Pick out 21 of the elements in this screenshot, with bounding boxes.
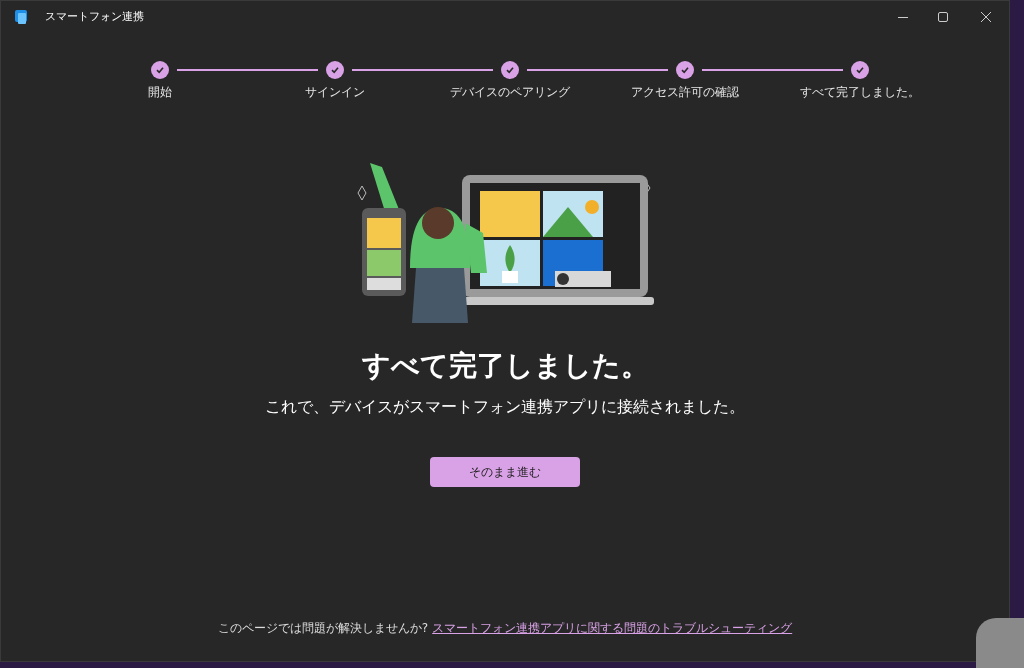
step-label: デバイスのペアリング — [449, 84, 570, 101]
app-icon — [13, 9, 29, 25]
check-icon — [504, 65, 515, 75]
check-icon — [154, 65, 165, 75]
completion-heading: すべて完了しました。 — [361, 348, 649, 384]
step-label: サインイン — [304, 84, 365, 101]
maximize-icon — [938, 12, 948, 22]
continue-button[interactable]: そのまま進む — [430, 457, 580, 487]
check-icon — [854, 65, 865, 75]
troubleshooting-link[interactable]: スマートフォン連携アプリに関する問題のトラブルシューティング — [432, 619, 793, 637]
step-label: 開始 — [147, 84, 172, 101]
window-title: スマートフォン連携 — [45, 8, 144, 25]
check-icon — [679, 65, 690, 75]
step-label: すべて完了しました。 — [799, 84, 920, 101]
photo-placeholder — [976, 618, 1024, 668]
step-label: アクセス許可の確認 — [630, 84, 739, 101]
close-icon — [981, 12, 991, 22]
completion-message: これで、デバイスがスマートフォン連携アプリに接続されました。 — [265, 396, 745, 418]
minimize-icon — [898, 16, 908, 18]
check-icon — [329, 65, 340, 75]
help-text: このページでは問題が解決しませんか? — [217, 620, 429, 637]
